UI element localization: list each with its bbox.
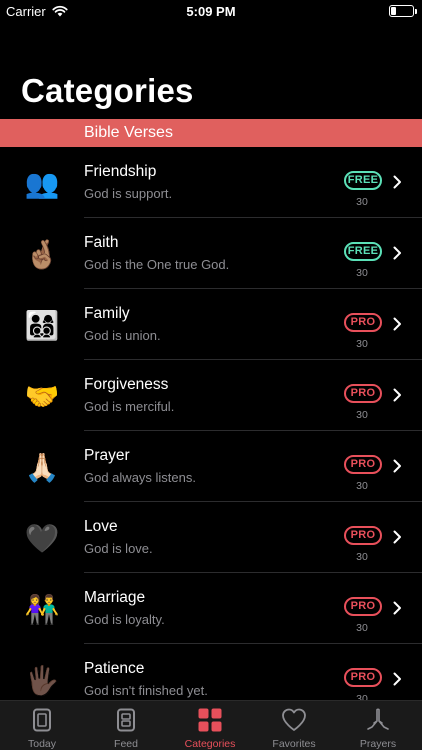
- battery-level: [391, 7, 396, 15]
- tab-prayers[interactable]: Prayers: [336, 701, 420, 750]
- category-title: Faith: [84, 234, 119, 251]
- verse-count: 30: [356, 409, 368, 421]
- tab-label: Prayers: [359, 738, 397, 750]
- pro-badge: PRO: [344, 526, 382, 545]
- category-row-family[interactable]: 👨‍👩‍👦‍👦 Family God is union. PRO 30: [0, 289, 422, 360]
- battery-icon: [389, 5, 417, 17]
- chevron-right-icon: [393, 246, 401, 260]
- pro-badge: PRO: [344, 313, 382, 332]
- tab-label: Categories: [184, 738, 236, 750]
- category-list[interactable]: 👥 Friendship God is support. FREE 30 🤞🏽 …: [0, 147, 422, 700]
- category-subtitle: God always listens.: [84, 470, 196, 485]
- category-subtitle: God is union.: [84, 328, 161, 343]
- tab-feed[interactable]: Feed: [84, 701, 168, 750]
- verse-count: 30: [356, 196, 368, 208]
- feed-icon: [117, 708, 135, 732]
- pro-badge: PRO: [344, 668, 382, 687]
- category-emoji-icon: 👨‍👩‍👦‍👦: [24, 310, 60, 341]
- chevron-right-icon: [393, 530, 401, 544]
- today-icon: [33, 708, 51, 732]
- category-title: Friendship: [84, 163, 157, 180]
- category-subtitle: God isn't finished yet.: [84, 683, 208, 698]
- category-row-prayer[interactable]: 🙏🏻 Prayer God always listens. PRO 30: [0, 431, 422, 502]
- category-title: Love: [84, 518, 118, 535]
- chevron-right-icon: [393, 317, 401, 331]
- tab-categories[interactable]: Categories: [168, 701, 252, 750]
- category-emoji-icon: 🙏🏻: [24, 452, 60, 483]
- status-bar: Carrier 5:09 PM: [0, 0, 422, 24]
- category-subtitle: God is love.: [84, 541, 153, 556]
- category-subtitle: God is support.: [84, 186, 173, 201]
- page-title: Categories: [21, 72, 194, 109]
- category-subtitle: God is the One true God.: [84, 257, 230, 272]
- category-title: Family: [84, 305, 130, 322]
- category-title: Prayer: [84, 447, 130, 464]
- tab-label: Today: [27, 738, 57, 750]
- categories-icon: [198, 708, 222, 732]
- category-row-patience[interactable]: 🖐🏿 Patience God isn't finished yet. PRO …: [0, 644, 422, 700]
- chevron-right-icon: [393, 601, 401, 615]
- tab-today[interactable]: Today: [0, 701, 84, 750]
- chevron-right-icon: [393, 388, 401, 402]
- category-title: Patience: [84, 660, 145, 677]
- category-emoji-icon: 🤝: [24, 381, 60, 412]
- category-row-marriage[interactable]: 👫 Marriage God is loyalty. PRO 30: [0, 573, 422, 644]
- category-row-faith[interactable]: 🤞🏽 Faith God is the One true God. FREE 3…: [0, 218, 422, 289]
- pro-badge: PRO: [344, 597, 382, 616]
- free-badge: FREE: [344, 171, 382, 190]
- category-title: Marriage: [84, 589, 146, 606]
- chevron-right-icon: [393, 672, 401, 686]
- pro-badge: PRO: [344, 455, 382, 474]
- section-header: Bible Verses: [0, 119, 422, 147]
- verse-count: 30: [356, 480, 368, 492]
- category-emoji-icon: 👥: [24, 168, 60, 199]
- category-row-love[interactable]: 🖤 Love God is love. PRO 30: [0, 502, 422, 573]
- praying-hands-icon: [367, 708, 389, 730]
- category-subtitle: God is merciful.: [84, 399, 175, 414]
- category-emoji-icon: 🖤: [24, 523, 60, 554]
- category-emoji-icon: 🤞🏽: [24, 239, 60, 270]
- verse-count: 30: [356, 338, 368, 350]
- category-emoji-icon: 🖐🏿: [24, 665, 60, 696]
- category-subtitle: God is loyalty.: [84, 612, 165, 627]
- pro-badge: PRO: [344, 384, 382, 403]
- verse-count: 30: [356, 622, 368, 634]
- status-time: 5:09 PM: [186, 4, 236, 19]
- verse-count: 30: [356, 267, 368, 279]
- category-title: Forgiveness: [84, 376, 169, 393]
- free-badge: FREE: [344, 242, 382, 261]
- section-title: Bible Verses: [84, 124, 173, 141]
- heart-icon: [282, 708, 306, 731]
- tab-favorites[interactable]: Favorites: [252, 701, 336, 750]
- chevron-right-icon: [393, 175, 401, 189]
- tab-label: Favorites: [272, 738, 316, 750]
- verse-count: 30: [356, 551, 368, 563]
- category-row-forgiveness[interactable]: 🤝 Forgiveness God is merciful. PRO 30: [0, 360, 422, 431]
- category-row-friendship[interactable]: 👥 Friendship God is support. FREE 30: [0, 147, 422, 218]
- verse-count: 30: [356, 693, 368, 700]
- tab-bar: Today Feed Categories Favorites Prayers: [0, 700, 422, 750]
- tab-label: Feed: [114, 738, 138, 750]
- chevron-right-icon: [393, 459, 401, 473]
- category-emoji-icon: 👫: [24, 594, 60, 625]
